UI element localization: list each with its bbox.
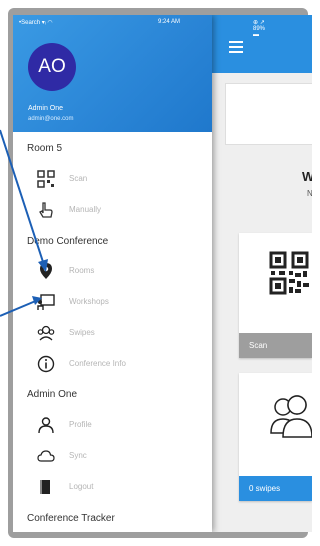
people-group-icon (270, 395, 312, 438)
drawer-item-profile[interactable]: Profile (37, 415, 207, 435)
drawer-item-label: Profile (69, 420, 92, 429)
section-title-tracker: Conference Tracker (27, 513, 115, 524)
drawer-item-label: Rooms (69, 266, 95, 275)
scan-card-label: Scan (239, 333, 312, 358)
drawer-item-manually[interactable]: Manually (37, 200, 207, 220)
people-group-icon (37, 325, 55, 341)
welcome-subtitle: N (307, 189, 312, 198)
section-title-conference: Demo Conference (27, 236, 109, 247)
welcome-title: We (302, 169, 312, 184)
swipes-card-label: 0 swipes (239, 476, 312, 501)
section-title-admin: Admin One (27, 389, 78, 400)
status-carrier: •Search ▾ᵢ ◠ (19, 20, 53, 26)
drawer-item-conference-info[interactable]: Conference Info (37, 354, 207, 374)
menu-icon[interactable] (229, 41, 243, 53)
drawer-item-sync[interactable]: Sync (37, 446, 207, 466)
phone-screen: We N Scan (13, 15, 312, 532)
status-time: 9:24 AM (158, 19, 181, 25)
user-email: admin@one.com (28, 116, 74, 122)
drawer-item-label: Conference Info (69, 359, 126, 368)
qr-code-icon (37, 170, 55, 188)
map-pin-icon (40, 263, 52, 279)
drawer-header: •Search ▾ᵢ ◠ 9:24 AM ⊕ ↗ 89% ▬ AO Admin … (13, 15, 265, 132)
drawer-item-scan[interactable]: Scan (37, 169, 207, 189)
hand-pointer-icon (39, 202, 53, 218)
user-name: Admin One (28, 105, 64, 112)
section-title-room: Room 5 (27, 143, 63, 154)
drawer-item-label: Sync (69, 451, 87, 460)
drawer-item-rooms[interactable]: Rooms (37, 261, 207, 281)
header-card (225, 83, 312, 145)
cloud-icon (37, 450, 55, 462)
logout-door-icon (40, 480, 50, 494)
drawer-item-label: Workshops (69, 297, 109, 306)
status-battery: ⊕ ↗ 89% ▬ (253, 20, 266, 38)
drawer-item-label: Swipes (69, 328, 95, 337)
drawer-item-label: Manually (69, 205, 102, 214)
drawer-item-workshops[interactable]: Workshops (37, 292, 207, 312)
presentation-icon (37, 294, 55, 310)
drawer-item-label: Scan (69, 174, 88, 183)
drawer-item-logout[interactable]: Logout (37, 477, 207, 497)
drawer-item-label: Logout (69, 482, 94, 491)
navigation-drawer: •Search ▾ᵢ ◠ 9:24 AM ⊕ ↗ 89% ▬ AO Admin … (13, 15, 265, 532)
drawer-item-swipes[interactable]: Swipes (37, 323, 207, 343)
avatar[interactable]: AO (28, 43, 76, 91)
info-icon (37, 355, 55, 373)
qr-code-icon (269, 251, 309, 295)
person-icon (38, 417, 54, 434)
